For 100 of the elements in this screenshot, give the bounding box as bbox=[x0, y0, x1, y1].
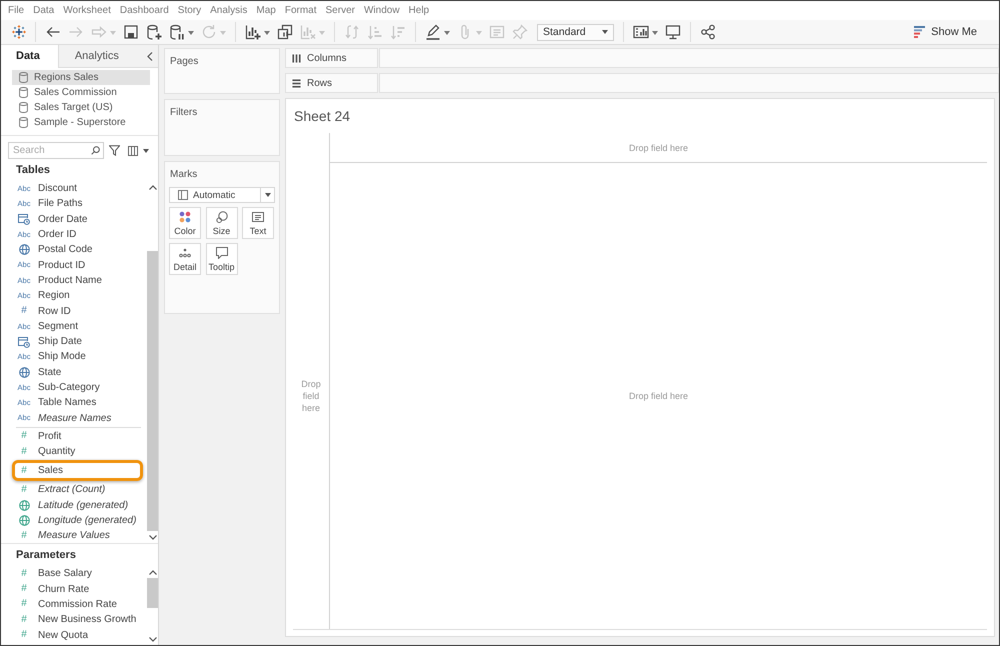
caret-icon bbox=[602, 30, 608, 34]
horizontal-bars-icon bbox=[292, 78, 301, 88]
search-field[interactable]: Search bbox=[8, 142, 104, 159]
show-me-button[interactable]: Show Me bbox=[910, 24, 981, 40]
database-icon bbox=[19, 72, 28, 83]
globe-icon bbox=[18, 515, 30, 526]
chevron-up-icon[interactable] bbox=[148, 185, 156, 190]
card-title: Marks bbox=[170, 169, 198, 180]
pane-tab[interactable]: Analytics bbox=[58, 45, 135, 68]
dots-icon bbox=[179, 246, 191, 258]
data-source-item[interactable]: Sample - Superstore bbox=[12, 115, 150, 130]
menu-item[interactable]: File bbox=[8, 5, 24, 16]
menu-item[interactable]: Analysis bbox=[210, 5, 248, 16]
data-source-item[interactable]: Sales Target (US) bbox=[12, 100, 150, 115]
menu-item[interactable]: Dashboard bbox=[120, 5, 169, 16]
calendar-clock-icon bbox=[18, 213, 30, 226]
database-icon bbox=[19, 102, 28, 113]
save-icon[interactable] bbox=[123, 24, 139, 40]
color-button[interactable]: Color bbox=[169, 207, 201, 239]
chevron-down-icon[interactable] bbox=[148, 637, 156, 642]
cards-caret-icon[interactable] bbox=[633, 24, 658, 40]
globe-icon bbox=[18, 366, 30, 378]
field-item[interactable]: Postal Code bbox=[1, 242, 147, 258]
card-title: Filters bbox=[170, 107, 198, 118]
menu-item[interactable]: Story bbox=[178, 5, 202, 16]
parameter-item[interactable]: # Base Salary bbox=[1, 566, 147, 582]
bar-chart-icon bbox=[914, 26, 926, 38]
fit-dropdown[interactable]: Standard bbox=[537, 24, 614, 40]
field-item[interactable]: State bbox=[1, 364, 147, 380]
field-item[interactable]: # Profit bbox=[1, 428, 147, 444]
scrollbar-thumb[interactable] bbox=[147, 251, 158, 531]
caret-icon[interactable] bbox=[143, 148, 149, 152]
filter-icon[interactable] bbox=[109, 145, 120, 156]
speech-bubble-icon bbox=[216, 246, 228, 258]
share-icon[interactable] bbox=[700, 24, 716, 40]
data-source-item[interactable]: Regions Sales bbox=[12, 70, 150, 85]
shelf-title: Columns bbox=[307, 52, 346, 64]
chevron-down-icon[interactable] bbox=[148, 535, 156, 540]
calendar-clock-icon bbox=[18, 336, 30, 348]
monitor-icon[interactable] bbox=[665, 24, 681, 40]
type-label: # bbox=[21, 599, 27, 610]
field-item[interactable]: # Quantity bbox=[1, 444, 147, 460]
section-heading: Parameters bbox=[16, 549, 76, 561]
field-item[interactable]: # Extract (Count) bbox=[1, 482, 147, 498]
type-label: # bbox=[21, 466, 27, 476]
type-label: # bbox=[21, 614, 27, 625]
menu-item[interactable]: Data bbox=[33, 5, 54, 16]
parameter-item[interactable]: # Churn Rate bbox=[1, 581, 147, 597]
type-label: # bbox=[21, 584, 27, 594]
sheet-title: Sheet 24 bbox=[294, 108, 350, 124]
type-label: # bbox=[21, 530, 27, 541]
text-button[interactable]: Text bbox=[242, 207, 274, 239]
globe-icon bbox=[18, 500, 30, 511]
size-button[interactable]: Size bbox=[206, 207, 238, 239]
detail-button[interactable]: Detail bbox=[169, 243, 201, 275]
field-item[interactable]: Ship Date bbox=[1, 334, 147, 350]
parameter-item[interactable]: # New Quota bbox=[1, 628, 147, 643]
menu-item[interactable]: Map bbox=[256, 5, 276, 16]
caret-icon bbox=[264, 193, 270, 197]
menu-item[interactable]: Format bbox=[284, 5, 317, 16]
type-label: # bbox=[21, 484, 27, 495]
logo-icon[interactable] bbox=[12, 25, 26, 39]
card-title: Pages bbox=[170, 56, 198, 67]
database-icon bbox=[19, 87, 28, 98]
field-item[interactable]: # Measure Values bbox=[1, 528, 147, 544]
section-heading: Tables bbox=[16, 164, 50, 176]
chart-plus-caret-icon[interactable] bbox=[245, 24, 270, 40]
field-item[interactable]: Latitude (generated) bbox=[1, 498, 147, 513]
type-label: # bbox=[21, 306, 27, 316]
chevron-up-icon[interactable] bbox=[148, 570, 156, 575]
pen-caret-icon[interactable] bbox=[425, 24, 450, 40]
parameter-item[interactable]: # New Business Growth bbox=[1, 612, 147, 628]
menu-item[interactable]: Worksheet bbox=[63, 5, 111, 16]
menu-item[interactable]: Help bbox=[408, 5, 430, 16]
square-icon bbox=[178, 190, 188, 200]
menu-item[interactable]: Server bbox=[326, 5, 355, 16]
tooltip-button[interactable]: Tooltip bbox=[206, 243, 238, 275]
data-source-item[interactable]: Sales Commission bbox=[12, 85, 150, 100]
field-item[interactable]: Order Date bbox=[1, 212, 147, 227]
database-plus-icon[interactable] bbox=[146, 24, 162, 40]
chevron-left-icon[interactable] bbox=[147, 52, 153, 60]
field-item[interactable]: Longitude (generated) bbox=[1, 512, 147, 528]
drop-hint: Drop field here bbox=[628, 391, 688, 401]
database-pause-caret-icon[interactable] bbox=[169, 24, 194, 40]
field-item[interactable]: # Row ID bbox=[1, 303, 147, 319]
mark-type-dropdown[interactable]: Automatic bbox=[169, 187, 275, 203]
pages-shelf[interactable]: Pages bbox=[164, 48, 280, 94]
field-item[interactable]: # Sales bbox=[12, 460, 143, 482]
filters-shelf[interactable]: Filters bbox=[164, 99, 280, 156]
shelf-title: Rows bbox=[307, 78, 332, 88]
duplicate-icon[interactable] bbox=[277, 24, 293, 40]
type-label: # bbox=[21, 446, 27, 457]
scrollbar-thumb[interactable] bbox=[147, 578, 158, 608]
grid-icon[interactable] bbox=[128, 146, 138, 156]
menu-item[interactable]: Window bbox=[364, 5, 400, 16]
four-dots-icon bbox=[179, 210, 191, 222]
parameter-item[interactable]: # Commission Rate bbox=[1, 596, 147, 612]
search-icon[interactable] bbox=[91, 146, 100, 155]
vertical-bars-icon bbox=[292, 54, 301, 62]
globe-icon bbox=[18, 244, 30, 256]
